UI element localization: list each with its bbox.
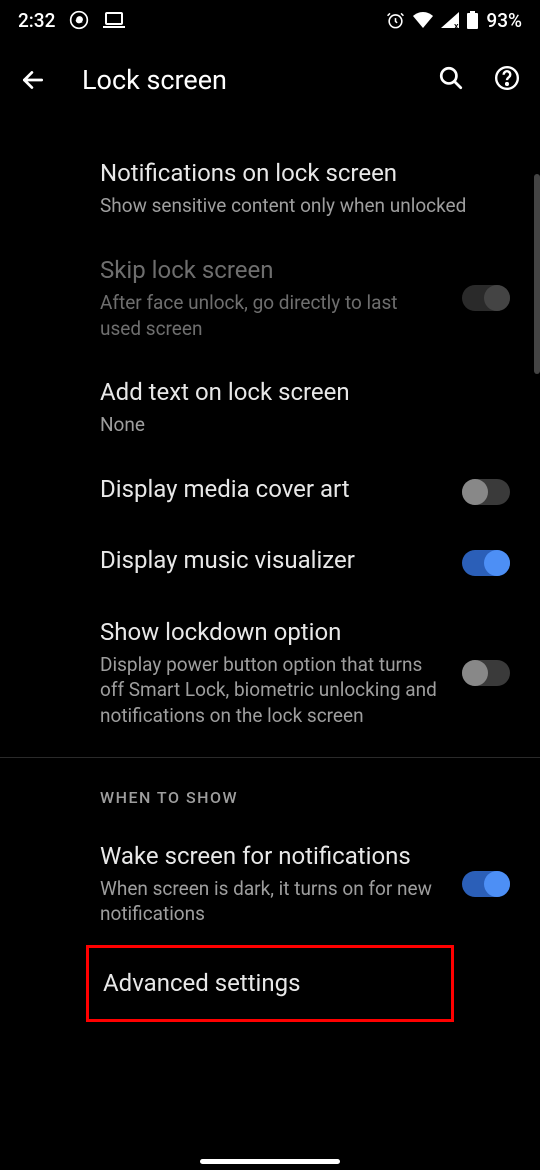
lockdown-toggle[interactable] [462,660,510,686]
signal-icon: x [441,12,459,28]
help-button[interactable] [494,65,520,95]
status-time: 2:32 [18,9,55,32]
wake-screen-for-notifications-item[interactable]: Wake screen for notifications When scree… [0,823,540,945]
when-to-show-header: WHEN TO SHOW [0,758,540,823]
app-bar: Lock screen [0,40,540,120]
skip-lock-screen-toggle [462,285,510,311]
display-music-visualizer-item[interactable]: Display music visualizer [0,527,540,598]
status-bar: 2:32 x 93% [0,0,540,40]
setting-title: Add text on lock screen [100,377,510,408]
back-arrow-icon [20,67,46,93]
search-icon [438,65,464,91]
skip-lock-screen-item: Skip lock screen After face unlock, go d… [0,237,540,359]
setting-subtitle: None [100,412,510,438]
wake-screen-toggle[interactable] [462,871,510,897]
battery-percent: 93% [486,9,522,32]
setting-subtitle: After face unlock, go directly to last u… [100,290,442,341]
alarm-icon [386,11,405,30]
back-button[interactable] [20,67,46,93]
help-icon [494,65,520,91]
wifi-icon [413,12,433,28]
app-bar-actions [438,65,520,95]
setting-title: Skip lock screen [100,255,442,286]
status-left: 2:32 [18,9,125,32]
settings-list[interactable]: Notifications on lock screen Show sensit… [0,120,540,1022]
setting-subtitle: Display power button option that turns o… [100,652,442,729]
setting-title: Notifications on lock screen [100,158,510,189]
laptop-icon [103,12,125,28]
display-media-cover-art-item[interactable]: Display media cover art [0,456,540,527]
setting-title: Advanced settings [103,968,437,999]
page-title: Lock screen [82,64,402,96]
advanced-settings-item[interactable]: Advanced settings [86,945,454,1022]
setting-subtitle: Show sensitive content only when unlocke… [100,193,510,219]
scrollbar[interactable] [534,174,540,374]
notifications-on-lock-screen-item[interactable]: Notifications on lock screen Show sensit… [0,140,540,237]
setting-title: Show lockdown option [100,617,442,648]
show-lockdown-option-item[interactable]: Show lockdown option Display power butto… [0,599,540,747]
setting-title: Display media cover art [100,474,442,505]
media-cover-art-toggle[interactable] [462,479,510,505]
music-visualizer-toggle[interactable] [462,550,510,576]
whatsapp-icon [69,10,89,30]
navigation-handle[interactable] [200,1159,340,1164]
status-right: x 93% [386,9,522,32]
svg-text:x: x [454,22,459,28]
setting-title: Display music visualizer [100,545,442,576]
battery-icon [467,11,478,29]
setting-subtitle: When screen is dark, it turns on for new… [100,876,442,927]
search-button[interactable] [438,65,464,95]
add-text-on-lock-screen-item[interactable]: Add text on lock screen None [0,359,540,456]
setting-title: Wake screen for notifications [100,841,442,872]
